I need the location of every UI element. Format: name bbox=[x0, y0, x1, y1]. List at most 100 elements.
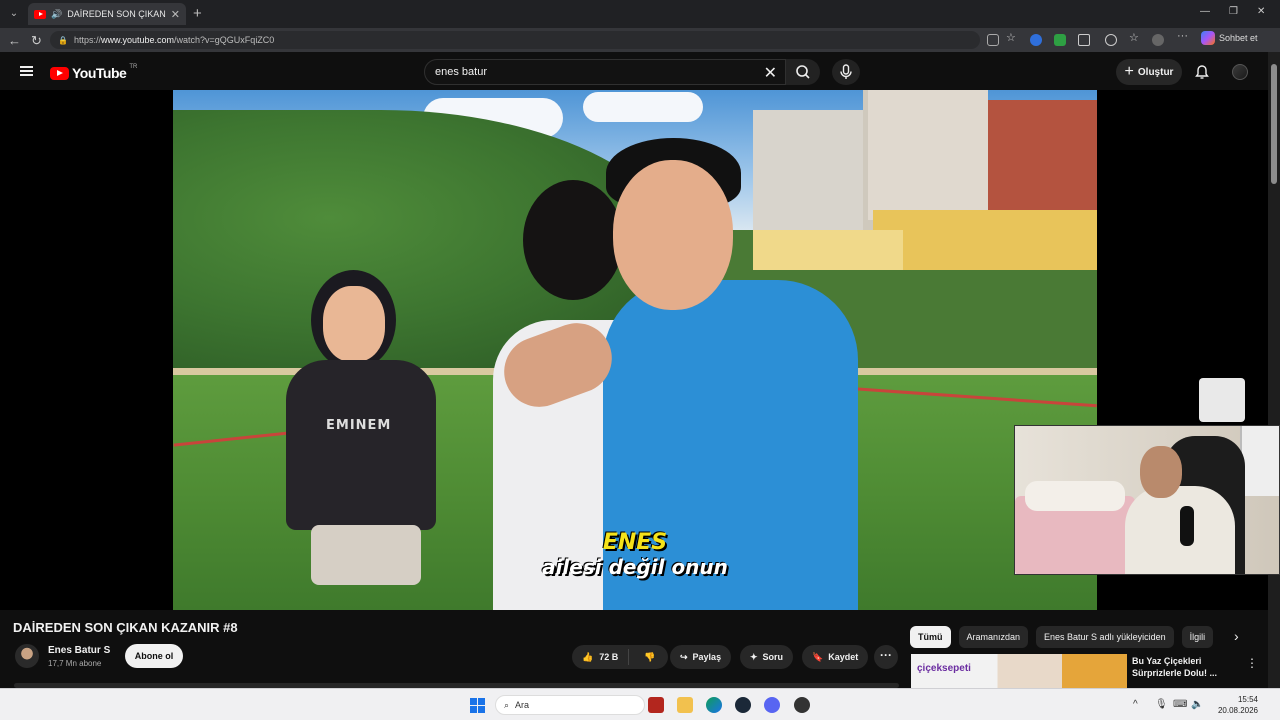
youtube-header: YouTube TR enes batur ✕ + Oluştur bbox=[0, 52, 1268, 90]
extensions-puzzle-icon[interactable] bbox=[1078, 34, 1090, 46]
share-icon: ↪ bbox=[680, 651, 688, 662]
browser-tab[interactable]: 🔊 DAİREDEN SON ÇIKAN KAZANIR #8 - YouTub… bbox=[28, 3, 186, 25]
chip-from-search[interactable]: Aramanızdan bbox=[958, 626, 1029, 648]
hugged-person-hair bbox=[523, 180, 623, 300]
search-icon bbox=[796, 65, 810, 79]
browser-tab-strip: ⌄ 🔊 DAİREDEN SON ÇIKAN KAZANIR #8 - YouT… bbox=[0, 0, 1280, 28]
page-scrollbar[interactable] bbox=[1268, 52, 1280, 688]
room-object bbox=[1199, 378, 1245, 422]
ask-label: Soru bbox=[762, 652, 784, 662]
clock-time: 15:54 bbox=[1237, 695, 1258, 704]
close-tab-icon[interactable]: ✕ bbox=[171, 8, 180, 21]
minimize-icon[interactable]: — bbox=[1200, 6, 1210, 17]
chips-next-chevron-icon[interactable]: › bbox=[1234, 628, 1239, 644]
ad-brand: çiçeksepeti bbox=[917, 663, 971, 674]
extension-blue-icon[interactable] bbox=[1030, 34, 1042, 46]
back-icon[interactable]: ← bbox=[8, 33, 21, 48]
save-label: Kaydet bbox=[828, 652, 859, 662]
restore-icon[interactable]: ❐ bbox=[1229, 6, 1238, 17]
sponsored-thumbnail[interactable]: çiçeksepeti bbox=[911, 654, 1127, 688]
voice-search-button[interactable] bbox=[832, 59, 860, 85]
copilot-button[interactable]: Sohbet et bbox=[1201, 31, 1258, 45]
extension-green-icon[interactable] bbox=[1054, 34, 1066, 46]
ad-menu-icon[interactable]: ⋮ bbox=[1246, 656, 1258, 670]
subtitle-line-1: ENES bbox=[602, 530, 668, 555]
audio-playing-icon[interactable]: 🔊 bbox=[51, 9, 62, 20]
share-button[interactable]: ↪ Paylaş bbox=[670, 645, 732, 669]
collections-icon[interactable]: ☆ bbox=[1129, 31, 1141, 44]
taskbar-search-icon: ⌕ bbox=[504, 699, 510, 710]
more-options-icon[interactable]: ··· bbox=[1177, 30, 1189, 42]
taskbar-search[interactable]: ⌕ Ara bbox=[495, 695, 645, 715]
like-dislike-group: 👍 72 B 👎 bbox=[572, 645, 668, 669]
taskbar-clock[interactable]: 15:54 20.08.2026 bbox=[1210, 694, 1258, 716]
youtube-favicon-icon bbox=[34, 9, 46, 19]
settings-icon[interactable] bbox=[1105, 34, 1117, 46]
create-button[interactable]: + Oluştur bbox=[1116, 59, 1182, 85]
search-button[interactable] bbox=[786, 59, 820, 85]
close-window-icon[interactable]: ✕ bbox=[1257, 6, 1265, 17]
channel-subscriber-count: 17,7 Mn abone bbox=[48, 659, 102, 668]
volume-icon[interactable]: 🔈 bbox=[1191, 699, 1203, 710]
reader-mode-icon[interactable] bbox=[987, 34, 999, 46]
ask-button[interactable]: ✦ Soru bbox=[740, 645, 794, 669]
sponsored-title[interactable]: Bu Yaz Çiçekleri Sürprizlerle Dolu! ... bbox=[1132, 655, 1242, 679]
new-tab-icon[interactable]: + bbox=[193, 5, 202, 22]
save-button[interactable]: 🔖 Kaydet bbox=[802, 645, 869, 669]
related-filter-chips: Tümü Aramanızdan Enes Batur S adlı yükle… bbox=[910, 626, 1214, 648]
notifications-bell-icon[interactable] bbox=[1194, 64, 1210, 85]
more-actions-icon[interactable]: ··· bbox=[874, 645, 898, 669]
search-query: enes batur bbox=[435, 66, 487, 78]
shirt-text: EMINEM bbox=[326, 418, 392, 433]
video-title: DAİREDEN SON ÇIKAN KAZANIR #8 bbox=[13, 620, 238, 635]
obs-icon[interactable] bbox=[794, 697, 810, 713]
edge-browser-icon[interactable] bbox=[706, 697, 722, 713]
chip-all[interactable]: Tümü bbox=[910, 626, 951, 648]
address-bar[interactable]: 🔒 https://www.youtube.com/watch?v=gQGUxF… bbox=[50, 31, 980, 49]
microphone-icon bbox=[840, 64, 852, 79]
dislike-button[interactable]: 👎 bbox=[634, 652, 655, 663]
chip-related[interactable]: İlgili bbox=[1181, 626, 1214, 648]
tab-title: DAİREDEN SON ÇIKAN KAZANIR #8 - YouTube bbox=[67, 9, 166, 19]
webcam-overlay bbox=[1014, 425, 1280, 575]
url-text: https://www.youtube.com/watch?v=gQGUxFqi… bbox=[73, 35, 275, 45]
like-button[interactable]: 👍 72 B bbox=[572, 649, 630, 665]
video-frame[interactable]: EMINEM ENES ailesi değil onun bbox=[173, 90, 1097, 610]
app-red-icon[interactable] bbox=[648, 697, 664, 713]
profile-icon[interactable] bbox=[1152, 34, 1164, 46]
tray-mic-icon[interactable]: 🎙 bbox=[1155, 699, 1168, 710]
subtitle-line-2: ailesi değil onun bbox=[542, 555, 728, 579]
copilot-icon bbox=[1201, 31, 1215, 45]
search-input[interactable]: enes batur ✕ bbox=[424, 59, 786, 85]
tray-chevron-icon[interactable]: ^ bbox=[1133, 699, 1138, 710]
favorite-star-icon[interactable]: ☆ bbox=[1006, 31, 1018, 44]
discord-icon[interactable] bbox=[764, 697, 780, 713]
youtube-logo[interactable]: YouTube TR bbox=[50, 64, 138, 81]
thumbs-up-icon: 👍 bbox=[582, 651, 594, 662]
plus-icon: + bbox=[1124, 63, 1134, 80]
webcam-microphone bbox=[1180, 506, 1194, 546]
steam-icon[interactable] bbox=[735, 697, 751, 713]
tab-list-chevron-icon[interactable]: ⌄ bbox=[6, 6, 22, 22]
channel-avatar[interactable] bbox=[15, 644, 39, 668]
file-explorer-icon[interactable] bbox=[677, 697, 693, 713]
logo-wordmark: YouTube bbox=[72, 65, 127, 81]
building bbox=[868, 90, 988, 220]
hamburger-menu-icon[interactable] bbox=[20, 66, 33, 76]
windows-start-icon[interactable] bbox=[470, 698, 485, 713]
address-bar-row: ← ↻ 🔒 https://www.youtube.com/watch?v=gQ… bbox=[0, 28, 1280, 52]
sparkle-icon: ✦ bbox=[750, 651, 758, 662]
like-count: 72 B bbox=[599, 652, 619, 662]
scrollbar-thumb[interactable] bbox=[1271, 64, 1277, 184]
clear-search-icon[interactable]: ✕ bbox=[764, 63, 777, 83]
building bbox=[988, 100, 1097, 220]
chip-from-uploader[interactable]: Enes Batur S adlı yükleyiciden bbox=[1036, 626, 1174, 648]
network-icon[interactable]: ⌨ bbox=[1173, 699, 1187, 710]
copilot-label: Sohbet et bbox=[1219, 33, 1258, 43]
reload-icon[interactable]: ↻ bbox=[31, 33, 42, 49]
country-code: TR bbox=[129, 64, 138, 70]
subscribe-button[interactable]: Abone ol bbox=[125, 644, 183, 668]
account-avatar[interactable] bbox=[1232, 64, 1248, 80]
site-info-icon[interactable]: 🔒 bbox=[58, 36, 68, 45]
channel-name[interactable]: Enes Batur S bbox=[48, 645, 110, 656]
